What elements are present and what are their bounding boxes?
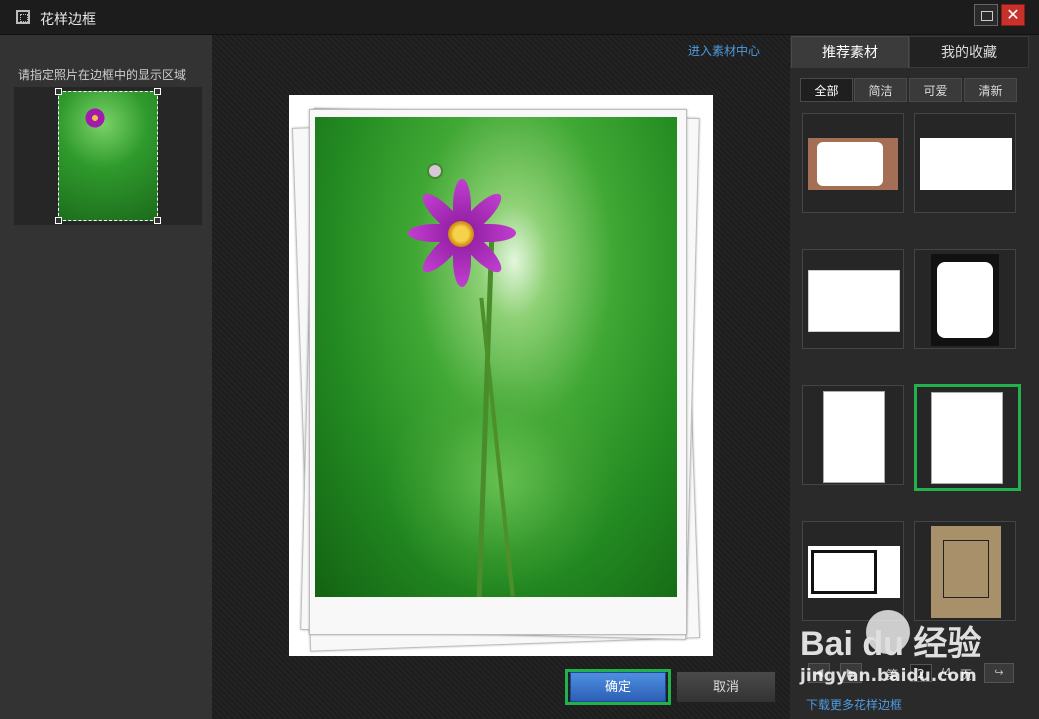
ok-button[interactable]: 确定 [570, 672, 666, 702]
frame-tile[interactable] [802, 249, 904, 349]
maximize-button[interactable] [974, 4, 998, 26]
tab-favorites[interactable]: 我的收藏 [909, 36, 1029, 68]
subtab-fresh[interactable]: 清新 [964, 78, 1017, 102]
crop-handle-tr[interactable] [154, 88, 161, 95]
preview-photo [315, 117, 677, 597]
watermark-brand: Bai du 经验 [800, 625, 982, 663]
cosmos-flower [401, 173, 519, 291]
frame-preview [289, 95, 713, 656]
frame-tile[interactable] [914, 113, 1016, 213]
tab-recommended[interactable]: 推荐素材 [791, 36, 909, 68]
watermark-url: jingyan.baidu.com [800, 666, 977, 686]
frame-tile-selected[interactable] [914, 384, 1021, 491]
flower-bud [427, 163, 443, 179]
title-bar: 花样边框 ✕ [0, 0, 1039, 35]
subtab-simple[interactable]: 简洁 [854, 78, 907, 102]
display-area-label: 请指定照片在边框中的显示区域 [18, 68, 187, 82]
crop-handle-br[interactable] [154, 217, 161, 224]
frame-tile[interactable] [914, 249, 1016, 349]
crop-selection-box[interactable] [58, 91, 158, 221]
frame-tile[interactable] [802, 385, 904, 485]
close-button[interactable]: ✕ [1001, 4, 1025, 26]
frame-tile[interactable] [802, 113, 904, 213]
subtab-cute[interactable]: 可爱 [909, 78, 962, 102]
cancel-button[interactable]: 取消 [676, 671, 776, 703]
frame-icon [16, 10, 30, 24]
window-title: 花样边框 [40, 12, 96, 28]
enter-material-center-link[interactable]: 进入素材中心 [688, 42, 760, 59]
crop-handle-tl[interactable] [55, 88, 62, 95]
crop-handle-bl[interactable] [55, 217, 62, 224]
photo-thumbnail [14, 87, 202, 225]
left-panel: 请指定照片在边框中的显示区域 [0, 35, 212, 719]
baidu-watermark: Bai du 经验 jingyan.baidu.com [796, 600, 1026, 700]
subtab-all[interactable]: 全部 [800, 78, 853, 102]
